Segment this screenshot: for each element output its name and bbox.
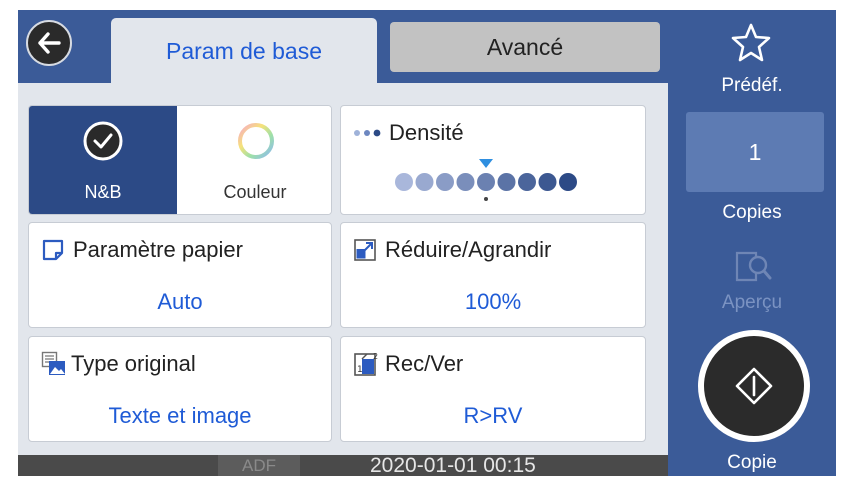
preview-magnifier-icon — [735, 251, 772, 282]
paper-setting[interactable]: Paramètre papier Auto — [28, 222, 332, 328]
paper-value: Auto — [157, 289, 203, 314]
duplex-title: 1 2 Rec/Ver — [353, 351, 463, 377]
bw-mode-option[interactable]: N&B — [29, 106, 177, 214]
density-dot — [538, 173, 557, 191]
duplex-label: Rec/Ver — [385, 351, 464, 376]
adf-indicator: ADF — [218, 455, 300, 476]
paper-label: Paramètre papier — [73, 237, 243, 262]
density-scale — [395, 159, 577, 201]
back-button[interactable] — [26, 20, 72, 66]
text-image-icon — [41, 351, 65, 375]
density-setting[interactable]: Densité — [340, 105, 646, 215]
start-diamond-icon — [735, 367, 773, 405]
zoom-value: 100% — [464, 289, 522, 314]
tab-basic-settings[interactable]: Param de base — [111, 18, 377, 84]
start-copy-button[interactable] — [698, 330, 810, 442]
resize-icon — [354, 239, 376, 261]
main-area: Param de base Avancé N&B Couleur Densité… — [18, 10, 668, 476]
density-dot — [436, 173, 454, 191]
color-wheel-icon — [238, 123, 274, 159]
tab-advanced-settings[interactable]: Avancé — [390, 22, 660, 72]
density-dots-icon — [354, 129, 381, 137]
zoom-label: Réduire/Agrandir — [385, 237, 552, 262]
preview-button[interactable]: Aperçu — [668, 246, 836, 322]
density-pointer — [479, 159, 493, 168]
original-type-value: Texte et image — [108, 403, 252, 428]
right-rail: Prédéf. 1 Copies Aperçu Copie — [668, 10, 836, 476]
status-bar: ADF 2020-01-01 00:15 — [18, 455, 668, 476]
color-mode-label: Couleur — [223, 182, 287, 202]
star-icon — [731, 23, 771, 62]
density-dot — [518, 173, 536, 191]
density-title: Densité — [353, 120, 464, 146]
duplex-setting[interactable]: 1 2 Rec/Ver R>RV — [340, 336, 646, 442]
preview-label: Aperçu — [721, 292, 783, 313]
original-type-title: Type original — [41, 351, 196, 377]
svg-text:2: 2 — [373, 352, 378, 361]
duplex-value: R>RV — [463, 403, 523, 428]
start-copy-label: Copie — [727, 452, 777, 473]
density-dot — [415, 173, 434, 191]
checkmark-icon — [83, 121, 123, 161]
original-type-setting[interactable]: Type original Texte et image — [28, 336, 332, 442]
arrow-left-icon — [38, 32, 61, 54]
preset-label: Prédéf. — [721, 75, 783, 96]
copies-label: Copies — [722, 202, 782, 223]
zoom-setting[interactable]: Réduire/Agrandir 100% — [340, 222, 646, 328]
density-dot — [477, 173, 495, 191]
color-mode-option[interactable]: Couleur — [177, 106, 331, 214]
density-dot — [456, 173, 475, 191]
density-label: Densité — [389, 120, 464, 145]
paper-title: Paramètre papier — [41, 237, 243, 263]
density-center-mark — [484, 197, 488, 201]
copies-input[interactable]: 1 — [686, 112, 824, 192]
copy-screen: Param de base Avancé N&B Couleur Densité… — [0, 0, 843, 484]
paper-icon — [42, 239, 64, 261]
color-mode-selector: N&B Couleur — [28, 105, 332, 215]
density-dot — [559, 173, 577, 191]
bw-mode-label: N&B — [84, 182, 122, 202]
original-type-label: Type original — [71, 351, 196, 376]
copies-value: 1 — [748, 138, 762, 165]
svg-text:1: 1 — [357, 365, 363, 375]
density-dot — [497, 173, 516, 191]
zoom-title: Réduire/Agrandir — [353, 237, 551, 263]
density-dot — [395, 173, 413, 191]
datetime: 2020-01-01 00:15 — [370, 454, 536, 477]
two-sided-icon: 1 2 — [354, 352, 378, 376]
preset-button[interactable]: Prédéf. — [668, 10, 836, 102]
